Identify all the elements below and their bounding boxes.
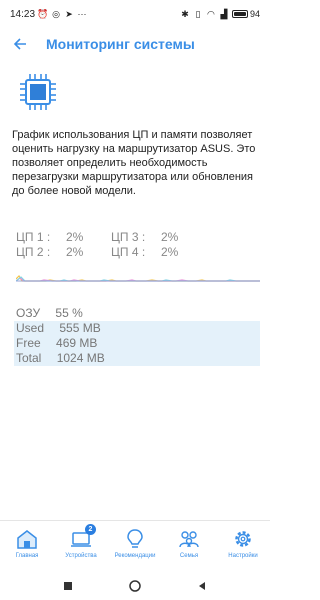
tab-label: Семья xyxy=(179,553,199,559)
gear-icon xyxy=(230,527,256,551)
ram-value: 55 % xyxy=(55,306,83,320)
whatsapp-icon: ◎ xyxy=(52,8,60,19)
signal-icon: ▟ xyxy=(220,8,228,19)
home-nav-icon[interactable] xyxy=(129,580,141,592)
arrow-left-icon xyxy=(13,38,26,50)
tab-family[interactable]: Семья xyxy=(162,521,216,572)
bottom-tab-bar: Главная 2 Устройства Рекомендации Семья … xyxy=(0,520,270,572)
back-nav-icon[interactable] xyxy=(197,581,207,591)
home-icon xyxy=(14,527,40,551)
total-value: 1024 MB xyxy=(56,351,105,365)
lightbulb-icon xyxy=(122,527,148,551)
cpu-label: ЦП 3 : xyxy=(111,230,146,244)
bluetooth-icon: ✱ xyxy=(181,8,189,19)
cpu-value: 2% xyxy=(66,245,84,259)
free-value: 469 MB xyxy=(56,336,98,350)
ram-label: ОЗУ xyxy=(16,306,41,320)
tab-label: Настройки xyxy=(228,553,258,559)
tab-devices[interactable]: 2 Устройства xyxy=(54,521,108,572)
cpu-row: ЦП 2 : 2% ЦП 4 : 2% xyxy=(16,245,256,260)
devices-icon: 2 xyxy=(68,524,96,551)
cpu-chip-icon xyxy=(20,74,56,110)
free-row: Free 469 MB xyxy=(14,336,260,351)
alarm-icon: ⏰ xyxy=(37,8,49,19)
battery-indicator: 94 xyxy=(231,9,260,19)
battery-level: 94 xyxy=(249,9,260,19)
cpu-line-4 xyxy=(16,275,260,282)
used-value: 555 MB xyxy=(59,321,101,335)
memory-panel: ОЗУ 55 % Used 555 MB Free 469 MB Total 1… xyxy=(14,306,260,366)
cpu-3: ЦП 3 : 2% xyxy=(111,230,206,245)
cpu-usage-grid: ЦП 1 : 2% ЦП 3 : 2% ЦП 2 : 2% ЦП 4 : 2% xyxy=(16,230,256,260)
used-row: Used 555 MB xyxy=(14,321,260,336)
tab-home[interactable]: Главная xyxy=(0,521,54,572)
family-icon xyxy=(176,527,202,551)
cpu-value: 2% xyxy=(66,230,84,244)
telegram-icon: ➤ xyxy=(65,8,73,19)
tab-settings[interactable]: Настройки xyxy=(216,521,270,572)
cpu-label: ЦП 2 : xyxy=(16,245,51,259)
status-time: 14:23 xyxy=(10,8,36,20)
total-label: Total xyxy=(16,351,42,365)
back-button[interactable] xyxy=(0,28,40,60)
tab-label: Главная xyxy=(15,553,39,559)
status-left: 14:23 ⏰ ◎ ➤ ··· xyxy=(10,9,87,20)
system-nav-bar xyxy=(0,572,270,600)
devices-count-badge: 2 xyxy=(85,524,96,535)
total-row: Total 1024 MB xyxy=(14,351,260,366)
cpu-4: ЦП 4 : 2% xyxy=(111,245,206,260)
tab-label: Устройства xyxy=(65,553,97,559)
cpu-value: 2% xyxy=(161,230,179,244)
tab-recommendations[interactable]: Рекомендации xyxy=(108,521,162,572)
battery-icon xyxy=(231,10,248,18)
cpu-1: ЦП 1 : 2% xyxy=(16,230,111,245)
cpu-value: 2% xyxy=(161,245,179,259)
more-notifications-icon: ··· xyxy=(77,9,87,19)
tab-label: Рекомендации xyxy=(114,553,156,559)
cpu-label: ЦП 1 : xyxy=(16,230,51,244)
cpu-row: ЦП 1 : 2% ЦП 3 : 2% xyxy=(16,230,256,245)
vibrate-icon: ▯ xyxy=(195,8,201,19)
used-label: Used xyxy=(16,321,45,335)
app-header: Мониторинг системы xyxy=(0,28,270,60)
wifi-icon: ◠ xyxy=(207,8,215,19)
cpu-usage-sparkline xyxy=(16,275,260,282)
recent-apps-icon[interactable] xyxy=(63,581,73,591)
cpu-2: ЦП 2 : 2% xyxy=(16,245,111,260)
cpu-label: ЦП 4 : xyxy=(111,245,146,259)
ram-row: ОЗУ 55 % xyxy=(14,306,260,321)
status-right: ✱ ▯ ◠ ▟ 94 xyxy=(180,8,260,20)
page-title: Мониторинг системы xyxy=(46,36,195,52)
status-bar: 14:23 ⏰ ◎ ➤ ··· ✱ ▯ ◠ ▟ 94 xyxy=(0,0,270,28)
free-label: Free xyxy=(16,336,41,350)
description-text: График использования ЦП и памяти позволя… xyxy=(12,129,256,197)
